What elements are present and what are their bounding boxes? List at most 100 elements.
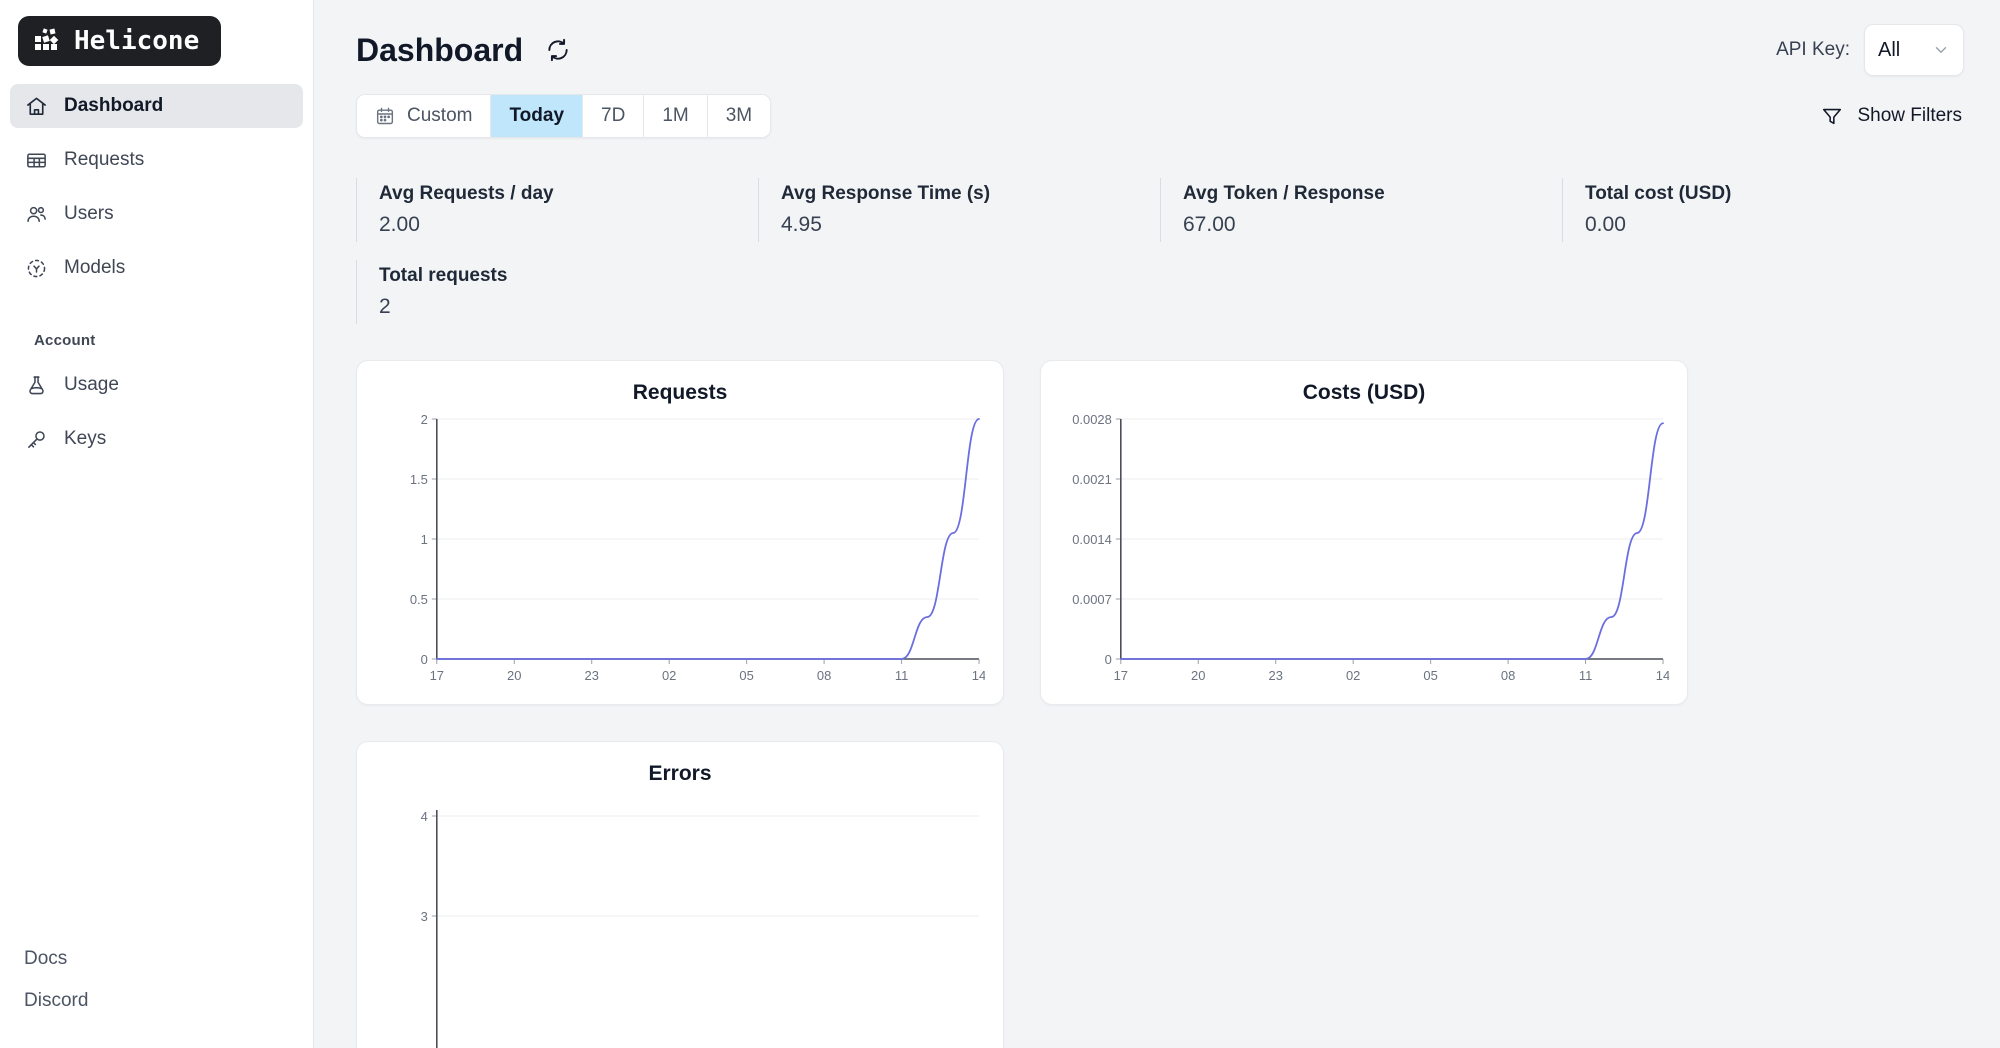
api-key-label: API Key: [1776, 39, 1850, 61]
chart-card-costs: Costs (USD) 0 0.0007 0.0014 0.0021 0.0028 17 2… [1040, 360, 1688, 705]
errors-line-chart[interactable]: 43 [375, 792, 985, 1048]
sidebar-item-usage[interactable]: Usage [10, 363, 303, 407]
controls-row: Custom Today 7D 1M 3M [356, 94, 1964, 138]
main-content: Dashboard API Key: All [314, 0, 2000, 1048]
chart-card-requests: Requests 0 0.5 1 1.5 2 17 20 23 02 05 08 11 14 [356, 360, 1004, 705]
sidebar-item-label: Keys [64, 428, 106, 450]
logo-container: Helicone [0, 0, 313, 76]
show-filters-button[interactable]: Show Filters [1819, 99, 1964, 133]
chart-title: Costs (USD) [1059, 381, 1669, 405]
range-tab-label: Today [509, 105, 564, 127]
svg-text:14: 14 [972, 668, 985, 683]
svg-text:3: 3 [421, 909, 428, 924]
range-tab-label: 1M [662, 105, 688, 127]
sidebar-item-models[interactable]: Models [10, 246, 303, 290]
svg-text:0: 0 [1105, 652, 1112, 667]
docs-link[interactable]: Docs [10, 938, 303, 980]
svg-text:02: 02 [1346, 668, 1360, 683]
sidebar-item-dashboard[interactable]: Dashboard [10, 84, 303, 128]
sidebar-item-users[interactable]: Users [10, 192, 303, 236]
svg-text:05: 05 [739, 668, 753, 683]
home-icon [24, 94, 48, 118]
range-tab-3m[interactable]: 3M [708, 95, 770, 137]
sidebar-item-label: Requests [64, 149, 144, 171]
funnel-icon [1821, 105, 1843, 127]
svg-text:14: 14 [1656, 668, 1669, 683]
range-tab-custom[interactable]: Custom [357, 95, 491, 137]
chart-title: Requests [375, 381, 985, 405]
key-icon [24, 427, 48, 451]
sidebar-section-account: Account [20, 332, 303, 349]
svg-text:0.0007: 0.0007 [1072, 592, 1112, 607]
models-icon [24, 256, 48, 280]
metrics-row-2: Total requests 2 [356, 260, 1964, 324]
svg-text:08: 08 [817, 668, 831, 683]
metrics-section: Avg Requests / day 2.00 Avg Response Tim… [356, 178, 1964, 324]
svg-text:0.0028: 0.0028 [1072, 412, 1112, 427]
svg-text:0.0021: 0.0021 [1072, 472, 1112, 487]
refresh-icon[interactable] [545, 37, 571, 63]
range-tab-today[interactable]: Today [491, 95, 583, 137]
page-header: Dashboard API Key: All [356, 0, 1964, 66]
chart-card-errors: Errors 43 [356, 741, 1004, 1048]
metric-avg-response-time: Avg Response Time (s) 4.95 [758, 178, 1160, 242]
metric-value: 2.00 [379, 212, 758, 238]
svg-text:11: 11 [1579, 668, 1592, 683]
chart-title: Errors [375, 762, 985, 786]
api-key-value: All [1878, 39, 1900, 62]
api-key-group: API Key: All [1776, 24, 1964, 76]
svg-text:17: 17 [430, 668, 444, 683]
svg-text:05: 05 [1423, 668, 1437, 683]
date-range-tabs: Custom Today 7D 1M 3M [356, 94, 771, 138]
sidebar-item-requests[interactable]: Requests [10, 138, 303, 182]
costs-line-chart[interactable]: 00.00070.00140.00210.0028172023020508111… [1059, 411, 1669, 693]
svg-text:0: 0 [421, 652, 428, 667]
app-root: Helicone Dashboard [0, 0, 2000, 1048]
chevron-down-icon [1932, 41, 1950, 59]
sidebar-item-label: Models [64, 257, 125, 279]
discord-link[interactable]: Discord [10, 980, 303, 1022]
svg-text:0.0014: 0.0014 [1072, 532, 1112, 547]
svg-text:23: 23 [585, 668, 599, 683]
metric-avg-token-per-response: Avg Token / Response 67.00 [1160, 178, 1562, 242]
beaker-icon [24, 373, 48, 397]
svg-text:17: 17 [1114, 668, 1128, 683]
metric-label: Total cost (USD) [1585, 182, 1964, 206]
metric-label: Avg Requests / day [379, 182, 758, 206]
range-tab-7d[interactable]: 7D [583, 95, 644, 137]
sidebar-item-keys[interactable]: Keys [10, 417, 303, 461]
svg-text:08: 08 [1501, 668, 1515, 683]
svg-text:11: 11 [895, 668, 908, 683]
svg-text:1.5: 1.5 [410, 472, 428, 487]
svg-text:0.5: 0.5 [410, 592, 428, 607]
requests-line-chart[interactable]: 0 0.5 1 1.5 2 17 20 23 02 05 08 11 14 [375, 411, 985, 693]
helicone-dots-logo-icon [34, 27, 62, 55]
sidebar-item-label: Dashboard [64, 95, 163, 117]
charts-grid: Requests 0 0.5 1 1.5 2 17 20 23 02 05 08 11 14 Costs… [356, 360, 1964, 1048]
show-filters-label: Show Filters [1857, 105, 1962, 127]
metrics-row-1: Avg Requests / day 2.00 Avg Response Tim… [356, 178, 1964, 242]
range-tab-label: 3M [726, 105, 752, 127]
svg-text:1: 1 [421, 532, 428, 547]
metric-label: Avg Response Time (s) [781, 182, 1160, 206]
metric-value: 4.95 [781, 212, 1160, 238]
sidebar-item-label: Usage [64, 374, 119, 396]
svg-text:4: 4 [421, 809, 428, 824]
svg-text:2: 2 [421, 412, 428, 427]
sidebar-footer-links: Docs Discord [0, 938, 313, 1022]
metric-total-requests: Total requests 2 [356, 260, 758, 324]
svg-text:20: 20 [507, 668, 521, 683]
svg-text:02: 02 [662, 668, 676, 683]
metric-value: 67.00 [1183, 212, 1562, 238]
metric-avg-requests-per-day: Avg Requests / day 2.00 [356, 178, 758, 242]
range-tab-label: 7D [601, 105, 625, 127]
title-group: Dashboard [356, 34, 571, 66]
range-tab-1m[interactable]: 1M [644, 95, 707, 137]
helicone-logo[interactable]: Helicone [18, 16, 221, 66]
range-tab-label: Custom [407, 105, 472, 127]
page-title: Dashboard [356, 34, 523, 66]
sidebar-nav: Dashboard Requests [0, 76, 313, 471]
table-icon [24, 148, 48, 172]
api-key-select[interactable]: All [1864, 24, 1964, 76]
svg-text:20: 20 [1191, 668, 1205, 683]
